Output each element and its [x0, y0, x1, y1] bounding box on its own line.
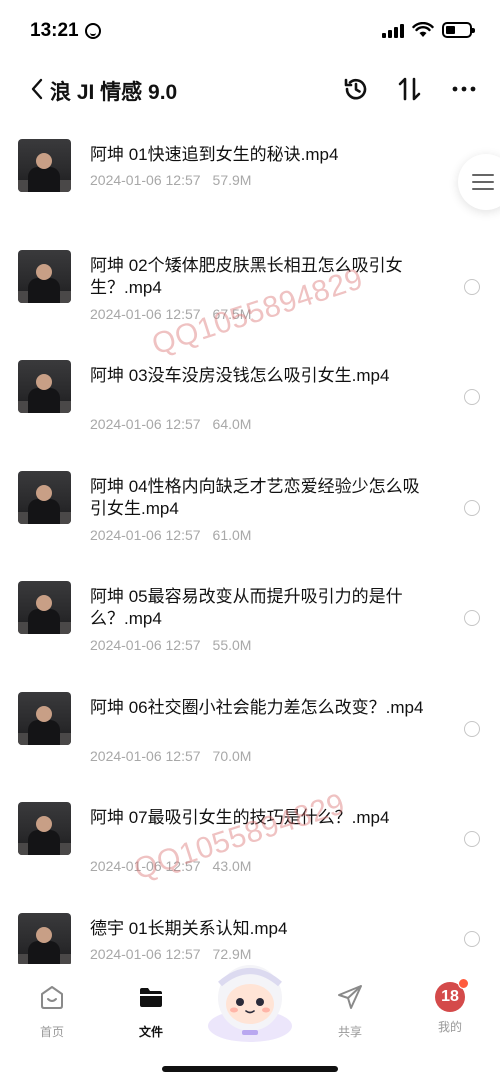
nav-files[interactable]: 文件 [121, 982, 181, 1040]
nav-mine-label: 我的 [437, 1020, 462, 1034]
file-meta: 2024-01-06 12:57 57.9M [90, 172, 251, 188]
nav-share[interactable]: 共享 [320, 982, 380, 1040]
status-bar: 13:21 [0, 0, 500, 62]
battery-icon [442, 22, 475, 38]
file-row[interactable]: 阿坤 04性格内向缺乏才艺恋爱经验少怎么吸引女生.mp4 2024-01-06 … [0, 454, 500, 565]
file-size: 55.0M [212, 637, 252, 653]
home-indicator [162, 1066, 338, 1072]
status-indicators [382, 22, 475, 38]
select-radio[interactable] [464, 720, 480, 737]
file-name: 阿坤 04性格内向缺乏才艺恋爱经验少怎么吸引女生.mp4 [90, 476, 420, 518]
avatar: 18 [435, 978, 469, 1012]
home-icon [41, 986, 63, 1009]
sort-icon[interactable] [395, 74, 425, 104]
file-meta: 2024-01-06 12:57 70.0M [90, 748, 251, 764]
video-thumbnail [18, 691, 71, 745]
video-thumbnail [18, 470, 71, 524]
file-date: 2024-01-06 12:57 [90, 526, 201, 543]
nav-mine[interactable]: 18 我的 [420, 978, 480, 1035]
back-icon[interactable] [28, 76, 48, 102]
file-name: 阿坤 03没车没房没钱怎么吸引女生.mp4 [90, 366, 390, 385]
nav-share-label: 共享 [337, 1025, 362, 1039]
video-thumbnail [18, 912, 71, 966]
file-date: 2024-01-06 12:57 [90, 945, 201, 962]
file-row[interactable]: 阿坤 06社交圈小社会能力差怎么改变？.mp4 2024-01-06 12:57… [0, 675, 500, 786]
file-date: 2024-01-06 12:57 [90, 747, 201, 764]
video-thumbnail [18, 139, 71, 192]
select-radio[interactable] [464, 389, 480, 405]
share-plane-icon [338, 985, 362, 1009]
file-name: 阿坤 01快速追到女生的秘诀.mp4 [90, 145, 339, 164]
file-size: 57.9M [212, 172, 252, 188]
file-name: 阿坤 02个矮体肥皮肤黑长相丑怎么吸引女生？.mp4 [90, 255, 403, 297]
file-date: 2024-01-06 12:57 [90, 172, 201, 188]
video-thumbnail [18, 581, 71, 634]
status-time-label: 13:21 [30, 20, 79, 41]
select-radio[interactable] [464, 278, 480, 295]
avatar-badge-text: 18 [441, 988, 459, 1005]
cellular-signal-icon [382, 22, 404, 38]
file-row[interactable]: 阿坤 05最容易改变从而提升吸引力的是什么？.mp4 2024-01-06 12… [0, 564, 500, 675]
file-row[interactable]: 阿坤 03没车没房没钱怎么吸引女生.mp4 2024-01-06 12:57 6… [0, 343, 500, 454]
more-icon[interactable] [449, 74, 479, 104]
file-size: 70.0M [212, 747, 252, 764]
video-thumbnail [18, 249, 71, 303]
file-date: 2024-01-06 12:57 [90, 637, 201, 653]
file-size: 61.0M [212, 526, 252, 543]
file-row[interactable]: 阿坤 01快速追到女生的秘诀.mp4 2024-01-06 12:57 57.9… [0, 122, 500, 233]
file-name: 阿坤 06社交圈小社会能力差怎么改变？.mp4 [90, 697, 424, 717]
page-title: 浪 JI 情感 9.0 [50, 81, 178, 104]
file-list: 阿坤 01快速追到女生的秘诀.mp4 2024-01-06 12:57 57.9… [0, 122, 500, 1006]
video-thumbnail [18, 360, 71, 413]
file-meta: 2024-01-06 12:57 64.0M [90, 416, 251, 432]
file-size: 64.0M [212, 416, 252, 432]
nav-home[interactable]: 首页 [22, 982, 82, 1040]
status-time: 13:21 [30, 20, 101, 42]
file-date: 2024-01-06 12:57 [90, 416, 201, 432]
file-name: 德宇 01长期关系认知.mp4 [90, 918, 288, 938]
select-radio[interactable] [464, 499, 480, 516]
select-radio[interactable] [464, 831, 480, 847]
video-thumbnail [18, 802, 71, 855]
app-header: 浪 JI 情感 9.0 [0, 62, 500, 118]
focus-mode-icon [84, 23, 101, 39]
select-radio[interactable] [464, 610, 480, 626]
select-radio[interactable] [464, 930, 480, 947]
history-icon[interactable] [341, 74, 371, 104]
folder-icon [140, 988, 162, 1007]
bottom-nav: 首页 文件 共享 18 我的 [0, 964, 500, 1082]
assistant-mascot-icon[interactable] [204, 954, 296, 1048]
file-name: 阿坤 05最容易改变从而提升吸引力的是什么？.mp4 [90, 587, 403, 628]
wifi-icon [412, 22, 434, 37]
file-meta: 2024-01-06 12:57 55.0M [90, 637, 251, 653]
nav-home-label: 首页 [39, 1025, 64, 1039]
file-meta: 2024-01-06 12:57 61.0M [90, 527, 251, 543]
nav-files-label: 文件 [138, 1025, 163, 1039]
